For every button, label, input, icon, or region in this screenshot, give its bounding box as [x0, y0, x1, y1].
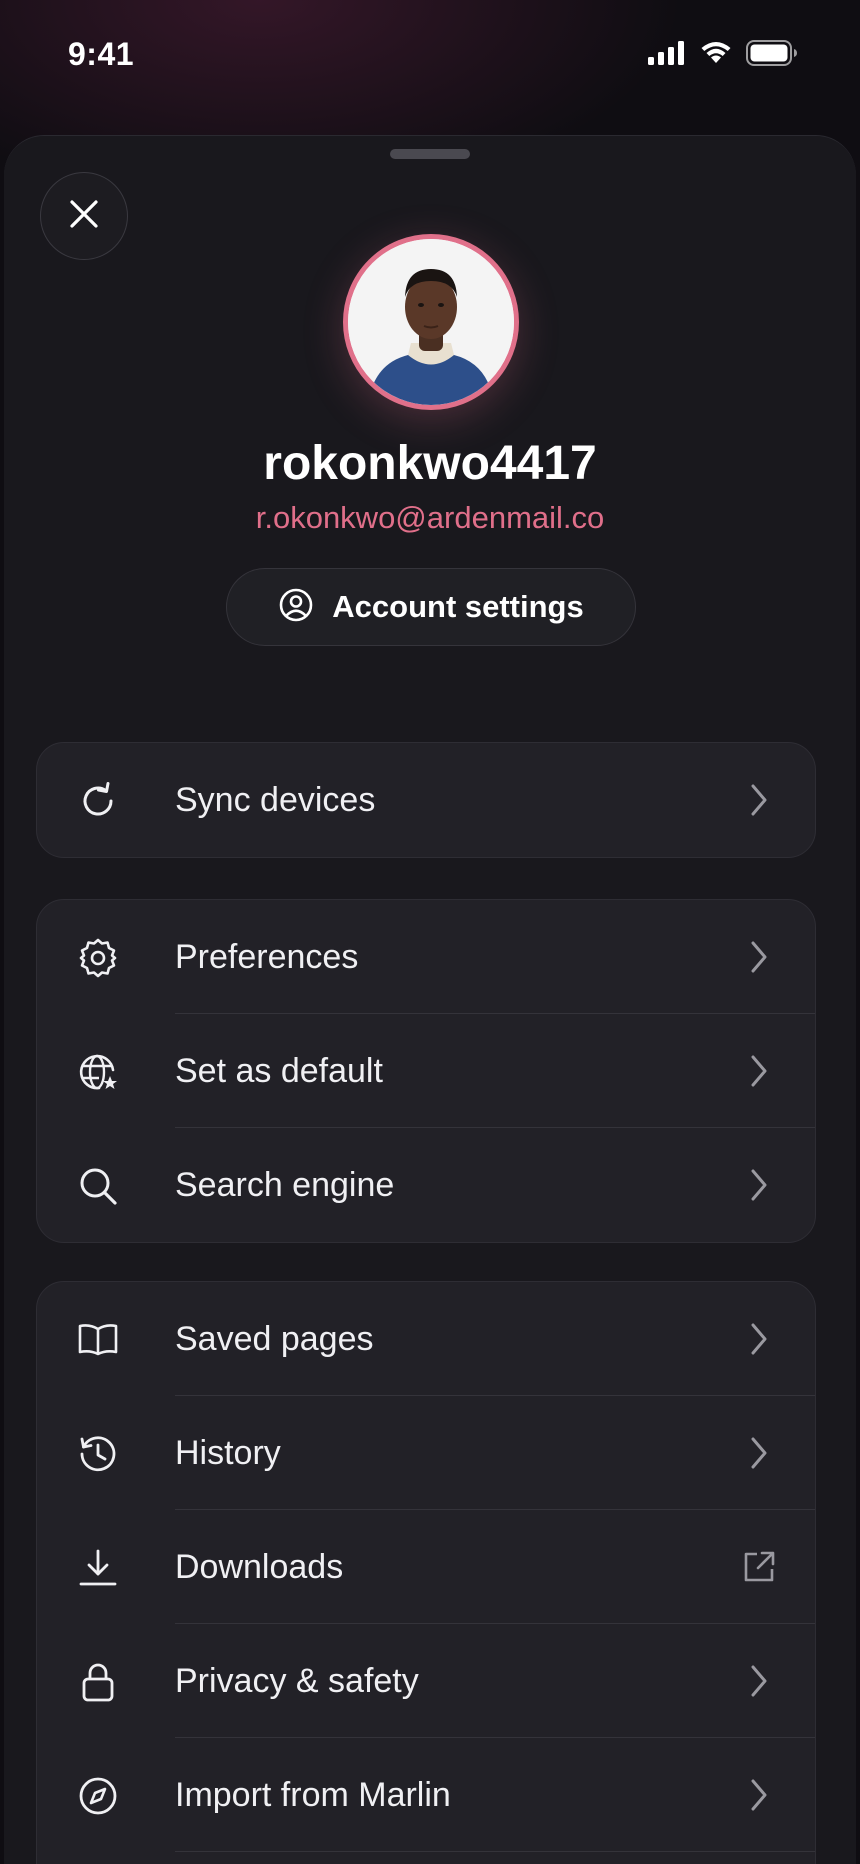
- menu-item-sync-devices[interactable]: Sync devices: [37, 743, 815, 857]
- globe-star-icon: [77, 1051, 119, 1093]
- user-email: r.okonkwo@ardenmail.co: [255, 500, 605, 535]
- lock-icon: [77, 1661, 119, 1703]
- signal-icon: [648, 41, 686, 65]
- sync-icon: [77, 780, 119, 822]
- external-link-icon: [739, 1547, 779, 1587]
- user-circle-icon: [278, 587, 314, 628]
- book-icon: [77, 1319, 119, 1361]
- chevron-right-icon: [739, 1165, 779, 1205]
- status-time: 9:41: [68, 36, 135, 72]
- menu-item-saved-pages[interactable]: Saved pages: [37, 1282, 815, 1396]
- battery-icon: [746, 40, 798, 66]
- username: rokonkwo4417: [263, 437, 597, 490]
- chevron-right-icon: [739, 1433, 779, 1473]
- chevron-right-icon: [739, 1051, 779, 1091]
- menu-item-label: Saved pages: [175, 1320, 374, 1358]
- history-icon: [77, 1433, 119, 1475]
- status-bar: 9:41: [0, 0, 860, 110]
- wifi-icon: [700, 41, 732, 65]
- gear-icon: [77, 937, 119, 979]
- menu-item-downloads[interactable]: Downloads: [37, 1510, 815, 1624]
- menu-item-label: Privacy & safety: [175, 1662, 419, 1700]
- status-icons: [648, 40, 798, 66]
- compass-icon: [77, 1775, 119, 1817]
- menu-item-history[interactable]: History: [37, 1396, 815, 1510]
- menu-item-label: Import from Marlin: [175, 1776, 451, 1814]
- menu-item-label: Preferences: [175, 938, 359, 976]
- chevron-right-icon: [739, 937, 779, 977]
- menu-item-preferences[interactable]: Preferences: [37, 900, 815, 1014]
- menu-item-privacy-safety[interactable]: Privacy & safety: [37, 1624, 815, 1738]
- menu-item-label: Sync devices: [175, 781, 376, 819]
- account-settings-label: Account settings: [332, 589, 584, 624]
- close-button[interactable]: [40, 172, 128, 260]
- menu-group-sync: Sync devices: [36, 742, 816, 858]
- menu-item-import-from-marlin[interactable]: Import from Marlin: [37, 1738, 815, 1852]
- menu-item-label: Downloads: [175, 1548, 344, 1586]
- menu-item-search-engine[interactable]: Search engine: [37, 1128, 815, 1242]
- menu-item-label: Search engine: [175, 1166, 395, 1204]
- menu-item-set-as-default[interactable]: Set as default: [37, 1014, 815, 1128]
- close-icon: [68, 198, 100, 235]
- chevron-right-icon: [739, 1775, 779, 1815]
- search-icon: [77, 1165, 119, 1207]
- menu-item-label: History: [175, 1434, 281, 1472]
- download-icon: [77, 1547, 119, 1589]
- row-divider: [175, 1850, 815, 1852]
- menu-group-general: Preferences Set as default Search engine: [36, 899, 816, 1243]
- chevron-right-icon: [739, 1661, 779, 1701]
- avatar[interactable]: [343, 234, 519, 410]
- menu-item-label: Set as default: [175, 1052, 383, 1090]
- chevron-right-icon: [739, 780, 779, 820]
- chevron-right-icon: [739, 1319, 779, 1359]
- sheet-grabber[interactable]: [390, 149, 470, 159]
- menu-group-library: Saved pages History Downloads Privacy & …: [36, 1281, 816, 1864]
- account-settings-button[interactable]: Account settings: [226, 568, 636, 646]
